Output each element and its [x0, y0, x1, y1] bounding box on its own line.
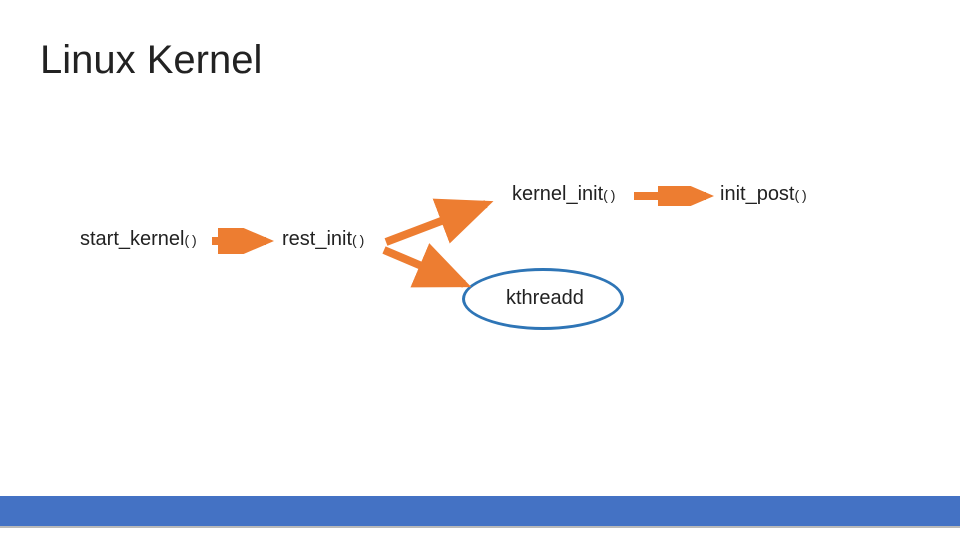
node-start-kernel: start_kernel( ) [80, 228, 196, 251]
footer-line [0, 526, 960, 528]
paren: ( ) [795, 187, 807, 203]
slide: Linux Kernel start_kernel( ) rest_init( … [0, 0, 960, 540]
paren: ( ) [603, 187, 615, 203]
node-init-post-label: init_post [720, 183, 795, 205]
node-start-kernel-label: start_kernel [80, 228, 185, 250]
arrow-kernel-init-to-init-post [632, 186, 716, 206]
arrow-rest-to-kthreadd [378, 240, 478, 300]
slide-title: Linux Kernel [40, 38, 262, 83]
node-rest-init: rest_init( ) [282, 228, 364, 251]
node-init-post: init_post( ) [720, 183, 806, 206]
paren: ( ) [185, 232, 197, 248]
kthreadd-ellipse [462, 268, 624, 330]
node-kernel-init: kernel_init( ) [512, 183, 615, 206]
node-kernel-init-label: kernel_init [512, 183, 603, 205]
node-rest-init-label: rest_init [282, 228, 352, 250]
paren: ( ) [352, 232, 364, 248]
arrow-start-to-rest [210, 228, 276, 254]
footer-bar [0, 496, 960, 526]
